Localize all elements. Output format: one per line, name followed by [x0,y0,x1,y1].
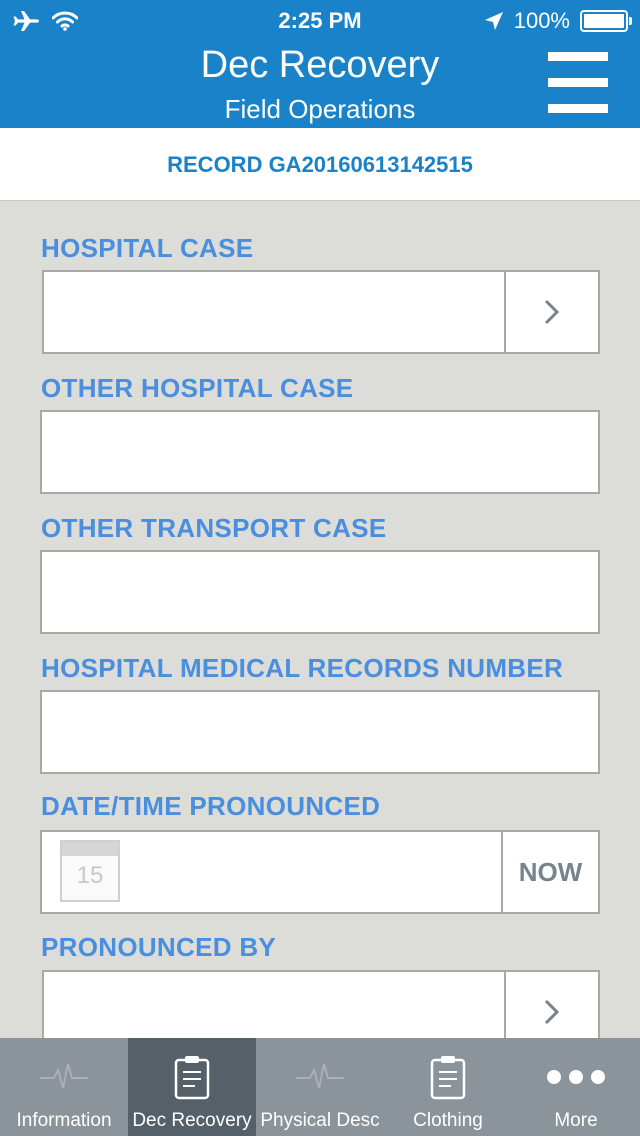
hospital-medical-records-number-input[interactable] [40,690,600,774]
clipboard-icon [174,1056,210,1100]
location-arrow-icon [484,12,503,30]
tab-information[interactable]: Information [0,1038,128,1136]
calendar-day-number: 15 [76,862,104,889]
pronounced-by-field[interactable] [42,970,600,1038]
battery-icon [580,10,632,32]
pronounced-by-label: PRONOUNCED BY [41,932,277,962]
datetime-pronounced-label: DATE/TIME PRONOUNCED [41,791,381,821]
tab-physical-desc[interactable]: Physical Desc [256,1038,384,1136]
tab-dec-recovery[interactable]: Dec Recovery [128,1038,256,1136]
now-button[interactable]: NOW [501,832,598,912]
tab-bar: Information Dec Recovery Physical Desc C… [0,1038,640,1136]
tab-label: Physical Desc [260,1110,380,1131]
tab-label: Dec Recovery [132,1110,252,1131]
pulse-icon [40,1063,88,1089]
tab-more[interactable]: More [512,1038,640,1136]
pronounced-by-picker-button[interactable] [504,972,598,1038]
calendar-icon[interactable]: 15 [60,840,120,902]
other-transport-case-input[interactable] [40,550,600,634]
tab-label: More [554,1110,598,1131]
other-transport-case-label: OTHER TRANSPORT CASE [41,513,387,543]
chevron-right-icon [544,299,560,325]
pulse-icon [296,1063,344,1089]
hospital-case-picker-button[interactable] [504,272,598,352]
battery-percent: 100% [513,8,570,33]
form-scroll-area[interactable]: HOSPITAL CASE OTHER HOSPITAL CASE OTHER … [0,201,640,1038]
other-hospital-case-label: OTHER HOSPITAL CASE [41,373,354,403]
chevron-right-icon [544,999,560,1025]
tab-clothing[interactable]: Clothing [384,1038,512,1136]
tab-label: Information [16,1110,112,1131]
datetime-pronounced-field[interactable]: 15 NOW [40,830,600,914]
page-title: Dec Recovery [200,44,440,86]
tab-label: Clothing [413,1110,483,1131]
record-bar: RECORD GA20160613142515 [0,128,640,201]
more-dots-icon [547,1070,605,1084]
page-subtitle: Field Operations [224,94,416,124]
hospital-medical-records-number-label: HOSPITAL MEDICAL RECORDS NUMBER [41,653,564,683]
status-bar: 2:25 PM 100% [0,0,640,40]
hamburger-menu-icon[interactable] [548,52,610,114]
clipboard-icon [430,1056,466,1100]
hospital-case-label: HOSPITAL CASE [41,233,254,263]
header-bar: 2:25 PM 100% Dec Recovery Field Operatio… [0,0,640,128]
record-id: RECORD GA20160613142515 [167,152,473,177]
other-hospital-case-input[interactable] [40,410,600,494]
hospital-case-field[interactable] [42,270,600,354]
